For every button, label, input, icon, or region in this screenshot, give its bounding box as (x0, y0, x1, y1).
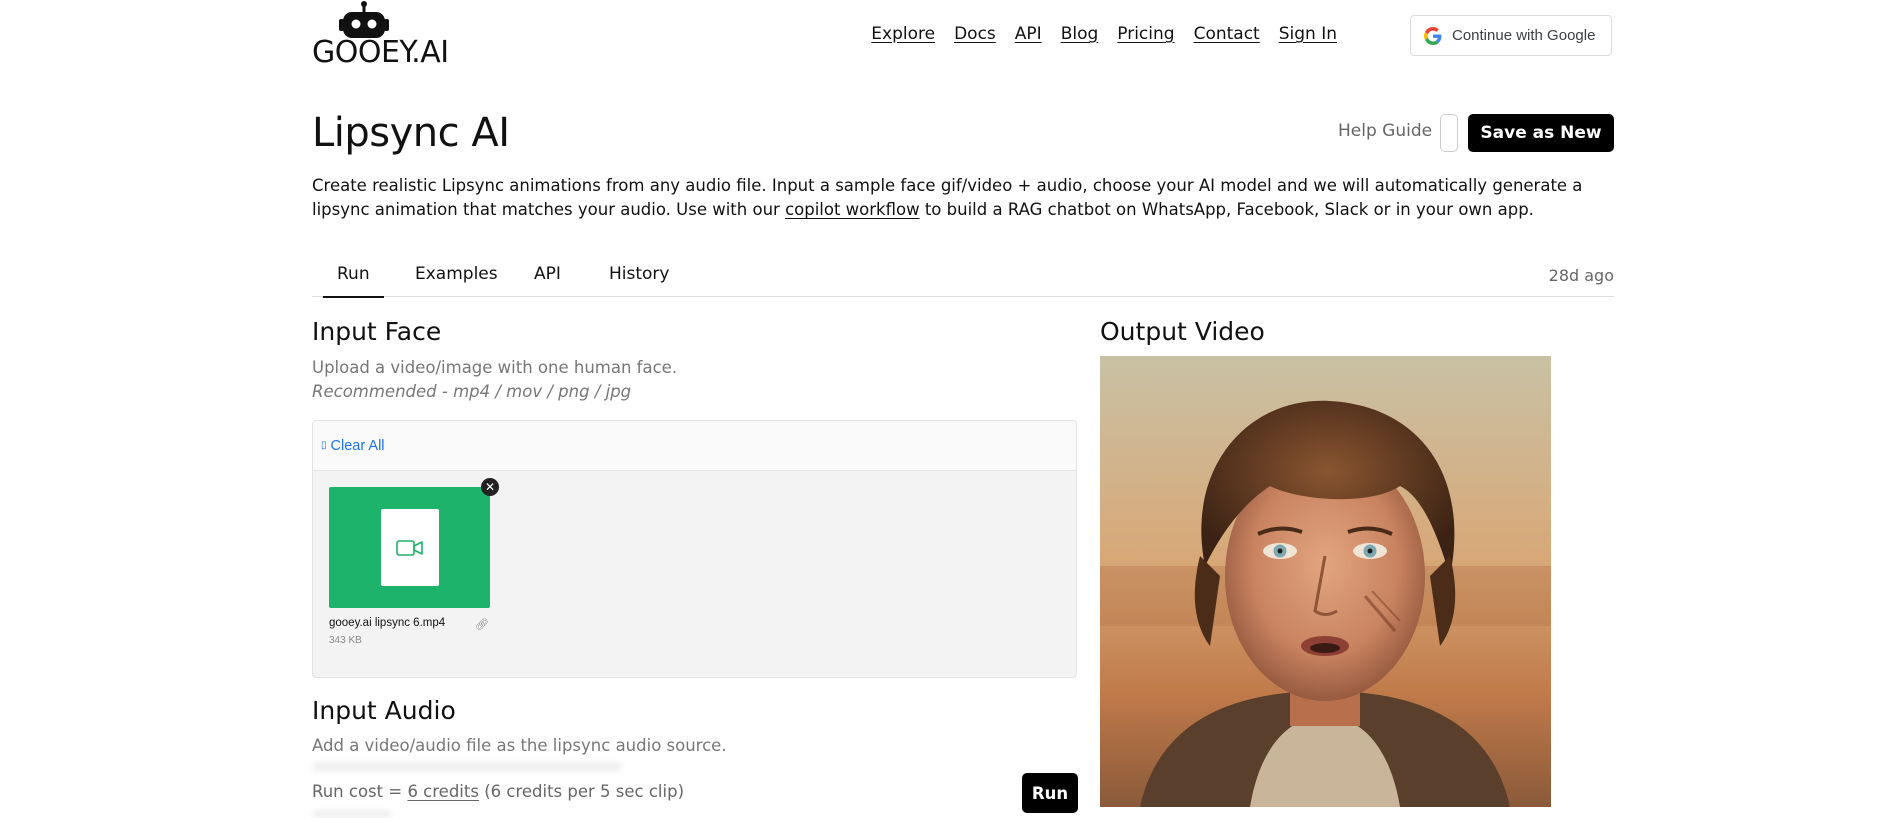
tab-run[interactable]: Run (323, 264, 384, 298)
output-video-frame (1100, 356, 1551, 807)
run-cost-prefix: Run cost = (312, 782, 408, 801)
description-text-end: to build a RAG chatbot on WhatsApp, Face… (919, 200, 1534, 219)
run-cost-suffix: (6 credits per 5 sec clip) (478, 782, 685, 801)
input-audio-title: Input Audio (312, 696, 456, 725)
nav-sign-in[interactable]: Sign In (1279, 24, 1337, 44)
faded-content (312, 762, 622, 772)
tab-examples[interactable]: Examples (415, 264, 498, 284)
options-button[interactable] (1440, 114, 1458, 152)
logo-text: GOOEY.AI (312, 35, 449, 70)
nav-blog[interactable]: Blog (1061, 24, 1099, 44)
save-as-new-button[interactable]: Save as New (1468, 114, 1614, 152)
google-button-label: Continue with Google (1452, 27, 1596, 44)
remove-file-button[interactable]: ✕ (481, 478, 499, 496)
input-face-title: Input Face (312, 317, 442, 346)
tab-api[interactable]: API (534, 264, 561, 284)
nav-pricing[interactable]: Pricing (1117, 24, 1174, 44)
input-face-hint: Upload a video/image with one human face… (312, 358, 678, 377)
formats-text: Recommended - mp4 / mov / png / jpg (312, 382, 632, 401)
file-size: 343 KB (329, 635, 362, 646)
upload-header: ▯ Clear All (313, 421, 1076, 471)
video-camera-icon (396, 539, 423, 556)
robot-logo-icon (339, 1, 389, 38)
tab-bar: Run Examples API History 28d ago (312, 254, 1614, 298)
input-face-formats: Recommended - mp4 / mov / png / jpg (312, 380, 631, 404)
copilot-workflow-link[interactable]: copilot workflow (785, 200, 920, 219)
run-button[interactable]: Run (1022, 773, 1078, 813)
continue-with-google-button[interactable]: Continue with Google (1410, 15, 1612, 56)
nav-api[interactable]: API (1015, 24, 1042, 44)
file-thumbnail[interactable] (329, 487, 490, 608)
help-guide-link[interactable]: Help Guide (1338, 121, 1432, 141)
nav-contact[interactable]: Contact (1194, 24, 1260, 44)
google-icon (1424, 26, 1442, 45)
gooey-logo[interactable]: GOOEY.AI (312, 0, 462, 70)
nav-docs[interactable]: Docs (954, 24, 996, 44)
tab-history[interactable]: History (609, 264, 669, 284)
trash-icon: ▯ (321, 440, 327, 451)
input-audio-hint: Add a video/audio file as the lipsync au… (312, 736, 727, 755)
run-cost: Run cost = 6 credits (6 credits per 5 se… (312, 782, 684, 801)
faded-content-bottom (312, 810, 392, 818)
top-nav: Explore Docs API Blog Pricing Contact Si… (871, 24, 1337, 44)
output-video-player[interactable] (1100, 356, 1551, 807)
file-name: gooey.ai lipsync 6.mp4 (329, 617, 446, 629)
last-run-timestamp: 28d ago (1548, 266, 1614, 285)
face-upload-dropzone[interactable]: ▯ Clear All ✕ gooey.ai lipsync 6.mp4 🔗︎ … (312, 420, 1077, 678)
output-video-title: Output Video (1100, 317, 1265, 346)
nav-explore[interactable]: Explore (871, 24, 935, 44)
credits-link[interactable]: 6 credits (407, 782, 479, 801)
link-icon[interactable]: 🔗︎ (475, 618, 489, 631)
page-title: Lipsync AI (312, 110, 510, 156)
page-description: Create realistic Lipsync animations from… (312, 174, 1622, 222)
clear-all-button[interactable]: Clear All (331, 438, 385, 454)
file-paper (381, 509, 439, 586)
